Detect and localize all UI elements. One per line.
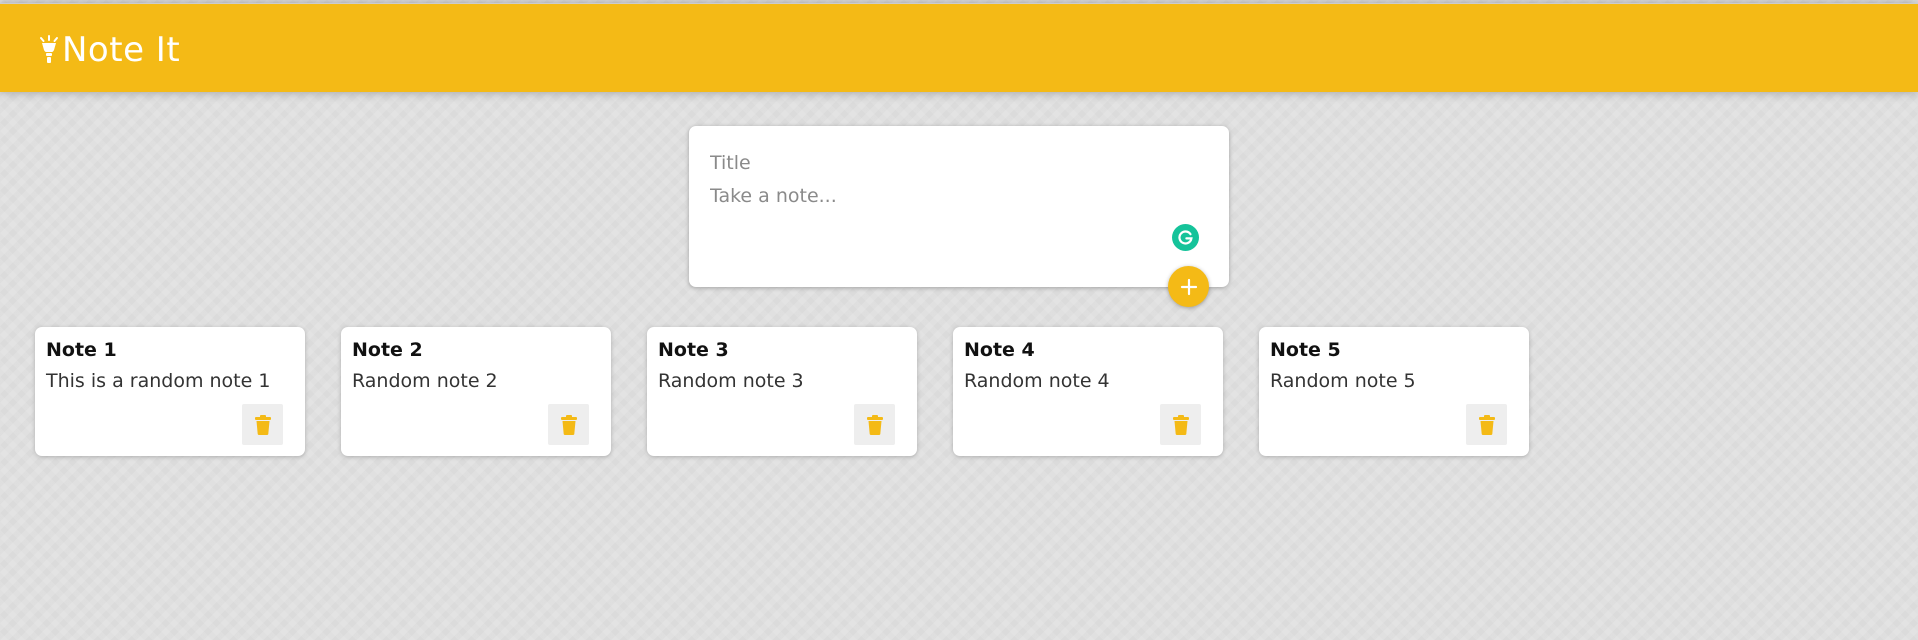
trash-icon <box>1478 414 1495 435</box>
trash-icon <box>1172 414 1189 435</box>
grammarly-icon[interactable] <box>1172 224 1199 251</box>
app-title: Note It <box>62 30 181 70</box>
grammarly-g-icon <box>1178 230 1193 245</box>
note-card: Note 1 This is a random note 1 <box>35 327 305 456</box>
note-title: Note 4 <box>964 339 1035 361</box>
delete-note-button[interactable] <box>1160 404 1201 445</box>
lightbulb-icon <box>40 35 58 63</box>
note-card: Note 5 Random note 5 <box>1259 327 1529 456</box>
note-content: This is a random note 1 <box>46 370 271 392</box>
note-card: Note 2 Random note 2 <box>341 327 611 456</box>
brand: Note It <box>38 30 180 70</box>
note-content: Random note 5 <box>1270 370 1416 392</box>
trash-icon <box>254 414 271 435</box>
trash-icon <box>560 414 577 435</box>
delete-note-button[interactable] <box>854 404 895 445</box>
trash-icon <box>866 414 883 435</box>
delete-note-button[interactable] <box>1466 404 1507 445</box>
plus-icon <box>1180 278 1197 295</box>
note-title: Note 1 <box>46 339 117 361</box>
note-content: Random note 4 <box>964 370 1110 392</box>
note-title-input[interactable] <box>710 146 1180 180</box>
note-content: Random note 3 <box>658 370 804 392</box>
delete-note-button[interactable] <box>548 404 589 445</box>
create-note-form <box>689 126 1229 287</box>
note-content: Random note 2 <box>352 370 498 392</box>
note-card: Note 3 Random note 3 <box>647 327 917 456</box>
app-header: Note It <box>0 3 1918 92</box>
add-note-button[interactable] <box>1168 266 1209 307</box>
note-content-input[interactable] <box>710 182 1180 272</box>
note-card: Note 4 Random note 4 <box>953 327 1223 456</box>
note-title: Note 3 <box>658 339 729 361</box>
note-title: Note 2 <box>352 339 423 361</box>
note-title: Note 5 <box>1270 339 1341 361</box>
delete-note-button[interactable] <box>242 404 283 445</box>
